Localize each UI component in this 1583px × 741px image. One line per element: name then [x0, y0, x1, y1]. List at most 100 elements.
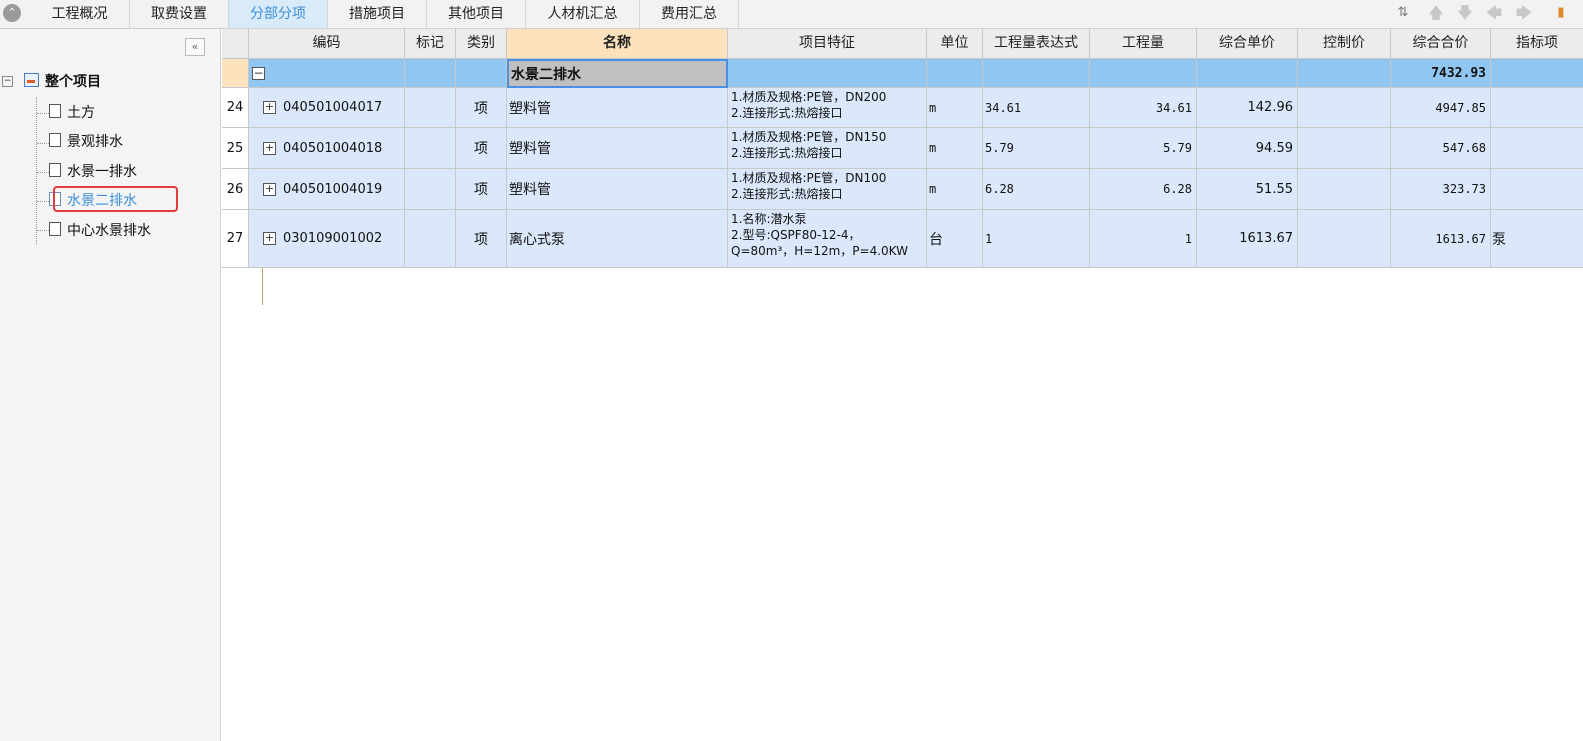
row-type[interactable]: 项 [456, 128, 507, 169]
header-code[interactable]: 编码 [249, 29, 405, 59]
row-feature[interactable]: 1.材质及规格:PE管，DN200 2.连接形式:热熔接口 [728, 88, 927, 128]
row-indicator[interactable] [1491, 169, 1583, 210]
row-total[interactable]: 1613.67 [1391, 210, 1491, 268]
row-code[interactable]: +040501004018 [249, 128, 405, 169]
row-quantity[interactable]: 5.79 [1090, 128, 1197, 169]
row-control-price[interactable] [1298, 210, 1391, 268]
settings-icon[interactable]: ▮ [1556, 3, 1566, 23]
header-type[interactable]: 类别 [456, 29, 507, 59]
group-row-indicator[interactable] [1491, 59, 1583, 88]
tree-item-landscape-drainage[interactable]: 景观排水 [49, 131, 123, 153]
header-name[interactable]: 名称 [507, 29, 728, 59]
header-feature[interactable]: 项目特征 [728, 29, 927, 59]
group-row-feature[interactable] [728, 59, 927, 88]
row-feature[interactable]: 1.名称:潜水泵 2.型号:QSPF80-12-4， Q=80m³，H=12m，P=… [728, 210, 927, 268]
expand-row-icon[interactable]: + [263, 101, 276, 114]
expand-row-icon[interactable]: + [263, 182, 276, 196]
row-expression[interactable]: 6.28 [983, 169, 1090, 210]
header-expression[interactable]: 工程量表达式 [983, 29, 1090, 59]
group-row-control-price[interactable] [1298, 59, 1391, 88]
header-control-price[interactable]: 控制价 [1298, 29, 1391, 59]
tab-other-items[interactable]: 其他项目 [427, 0, 526, 28]
row-mark[interactable] [405, 88, 456, 128]
row-mark[interactable] [405, 210, 456, 268]
tab-project-overview[interactable]: 工程概况 [30, 0, 130, 28]
header-unit[interactable]: 单位 [927, 29, 983, 59]
row-code[interactable]: +040501004019 [249, 169, 405, 210]
tree-root-item[interactable]: 整个项目 [24, 71, 101, 93]
row-code[interactable]: +040501004017 [249, 88, 405, 128]
tree-item-earthwork[interactable]: 土方 [49, 102, 95, 124]
group-row-mark[interactable] [405, 59, 456, 88]
row-control-price[interactable] [1298, 128, 1391, 169]
collapse-panel-icon[interactable]: « [185, 38, 205, 56]
row-unit[interactable]: m [927, 128, 983, 169]
row-total[interactable]: 323.73 [1391, 169, 1491, 210]
row-control-price[interactable] [1298, 169, 1391, 210]
tab-itemized-works[interactable]: 分部分项 [229, 0, 328, 28]
row-quantity[interactable]: 6.28 [1090, 169, 1197, 210]
move-down-icon[interactable]: 🡇 [1455, 3, 1475, 23]
expand-row-icon[interactable]: + [263, 232, 276, 245]
row-type[interactable]: 项 [456, 88, 507, 128]
row-indicator[interactable] [1491, 88, 1583, 128]
row-unit-price[interactable]: 142.96 [1197, 88, 1298, 128]
row-unit[interactable]: 台 [927, 210, 983, 268]
move-up-icon[interactable]: 🡅 [1426, 3, 1446, 23]
row-unit-price[interactable]: 51.55 [1197, 169, 1298, 210]
group-row-name[interactable]: 水景二排水 [507, 59, 728, 88]
row-total[interactable]: 4947.85 [1391, 88, 1491, 128]
group-row-code[interactable]: − [249, 59, 405, 88]
expand-row-icon[interactable]: + [263, 141, 276, 155]
group-row-type[interactable] [456, 59, 507, 88]
header-mark[interactable]: 标记 [405, 29, 456, 59]
row-expression[interactable]: 5.79 [983, 128, 1090, 169]
row-feature[interactable]: 1.材质及规格:PE管，DN100 2.连接形式:热熔接口 [728, 169, 927, 210]
row-unit[interactable]: m [927, 88, 983, 128]
row-feature[interactable]: 1.材质及规格:PE管，DN150 2.连接形式:热熔接口 [728, 128, 927, 169]
header-total-price[interactable]: 综合合价 [1391, 29, 1491, 59]
row-type[interactable]: 项 [456, 210, 507, 268]
row-expression[interactable]: 34.61 [983, 88, 1090, 128]
row-control-price[interactable] [1298, 88, 1391, 128]
header-indicator[interactable]: 指标项 [1491, 29, 1583, 59]
row-name[interactable]: 塑料管 [507, 128, 728, 169]
row-code[interactable]: +030109001002 [249, 210, 405, 268]
collapse-group-icon[interactable]: − [252, 66, 265, 80]
row-type[interactable]: 项 [456, 169, 507, 210]
row-quantity[interactable]: 1 [1090, 210, 1197, 268]
tree-item-waterscape-1-drainage[interactable]: 水景一排水 [49, 161, 137, 183]
row-total[interactable]: 547.68 [1391, 128, 1491, 169]
tab-measure-items[interactable]: 措施项目 [328, 0, 427, 28]
tree-collapse-toggle[interactable]: − [2, 76, 13, 87]
row-code-text: 040501004019 [283, 181, 383, 197]
tab-fee-settings[interactable]: 取费设置 [130, 0, 229, 28]
tab-cost-summary[interactable]: 费用汇总 [640, 0, 739, 28]
row-name[interactable]: 塑料管 [507, 88, 728, 128]
header-unit-price[interactable]: 综合单价 [1197, 29, 1298, 59]
group-row-unit[interactable] [927, 59, 983, 88]
tree-item-central-waterscape-drainage[interactable]: 中心水景排水 [49, 220, 151, 242]
sort-icon[interactable]: ⇅ [1393, 3, 1413, 23]
document-icon [49, 133, 61, 147]
group-row-unit-price[interactable] [1197, 59, 1298, 88]
move-left-icon[interactable]: 🡄 [1484, 3, 1504, 23]
header-quantity[interactable]: 工程量 [1090, 29, 1197, 59]
group-row-expression[interactable] [983, 59, 1090, 88]
row-unit-price[interactable]: 1613.67 [1197, 210, 1298, 268]
collapse-up-icon[interactable]: ⌃ [3, 4, 21, 22]
row-mark[interactable] [405, 169, 456, 210]
row-indicator[interactable]: 泵 [1491, 210, 1583, 268]
group-row-total[interactable]: 7432.93 [1391, 59, 1491, 88]
row-expression[interactable]: 1 [983, 210, 1090, 268]
row-quantity[interactable]: 34.61 [1090, 88, 1197, 128]
group-row-quantity[interactable] [1090, 59, 1197, 88]
tab-labor-material-summary[interactable]: 人材机汇总 [526, 0, 640, 28]
row-indicator[interactable] [1491, 128, 1583, 169]
row-unit[interactable]: m [927, 169, 983, 210]
row-name[interactable]: 塑料管 [507, 169, 728, 210]
row-unit-price[interactable]: 94.59 [1197, 128, 1298, 169]
row-name[interactable]: 离心式泵 [507, 210, 728, 268]
row-mark[interactable] [405, 128, 456, 169]
move-right-icon[interactable]: 🡆 [1514, 3, 1534, 23]
